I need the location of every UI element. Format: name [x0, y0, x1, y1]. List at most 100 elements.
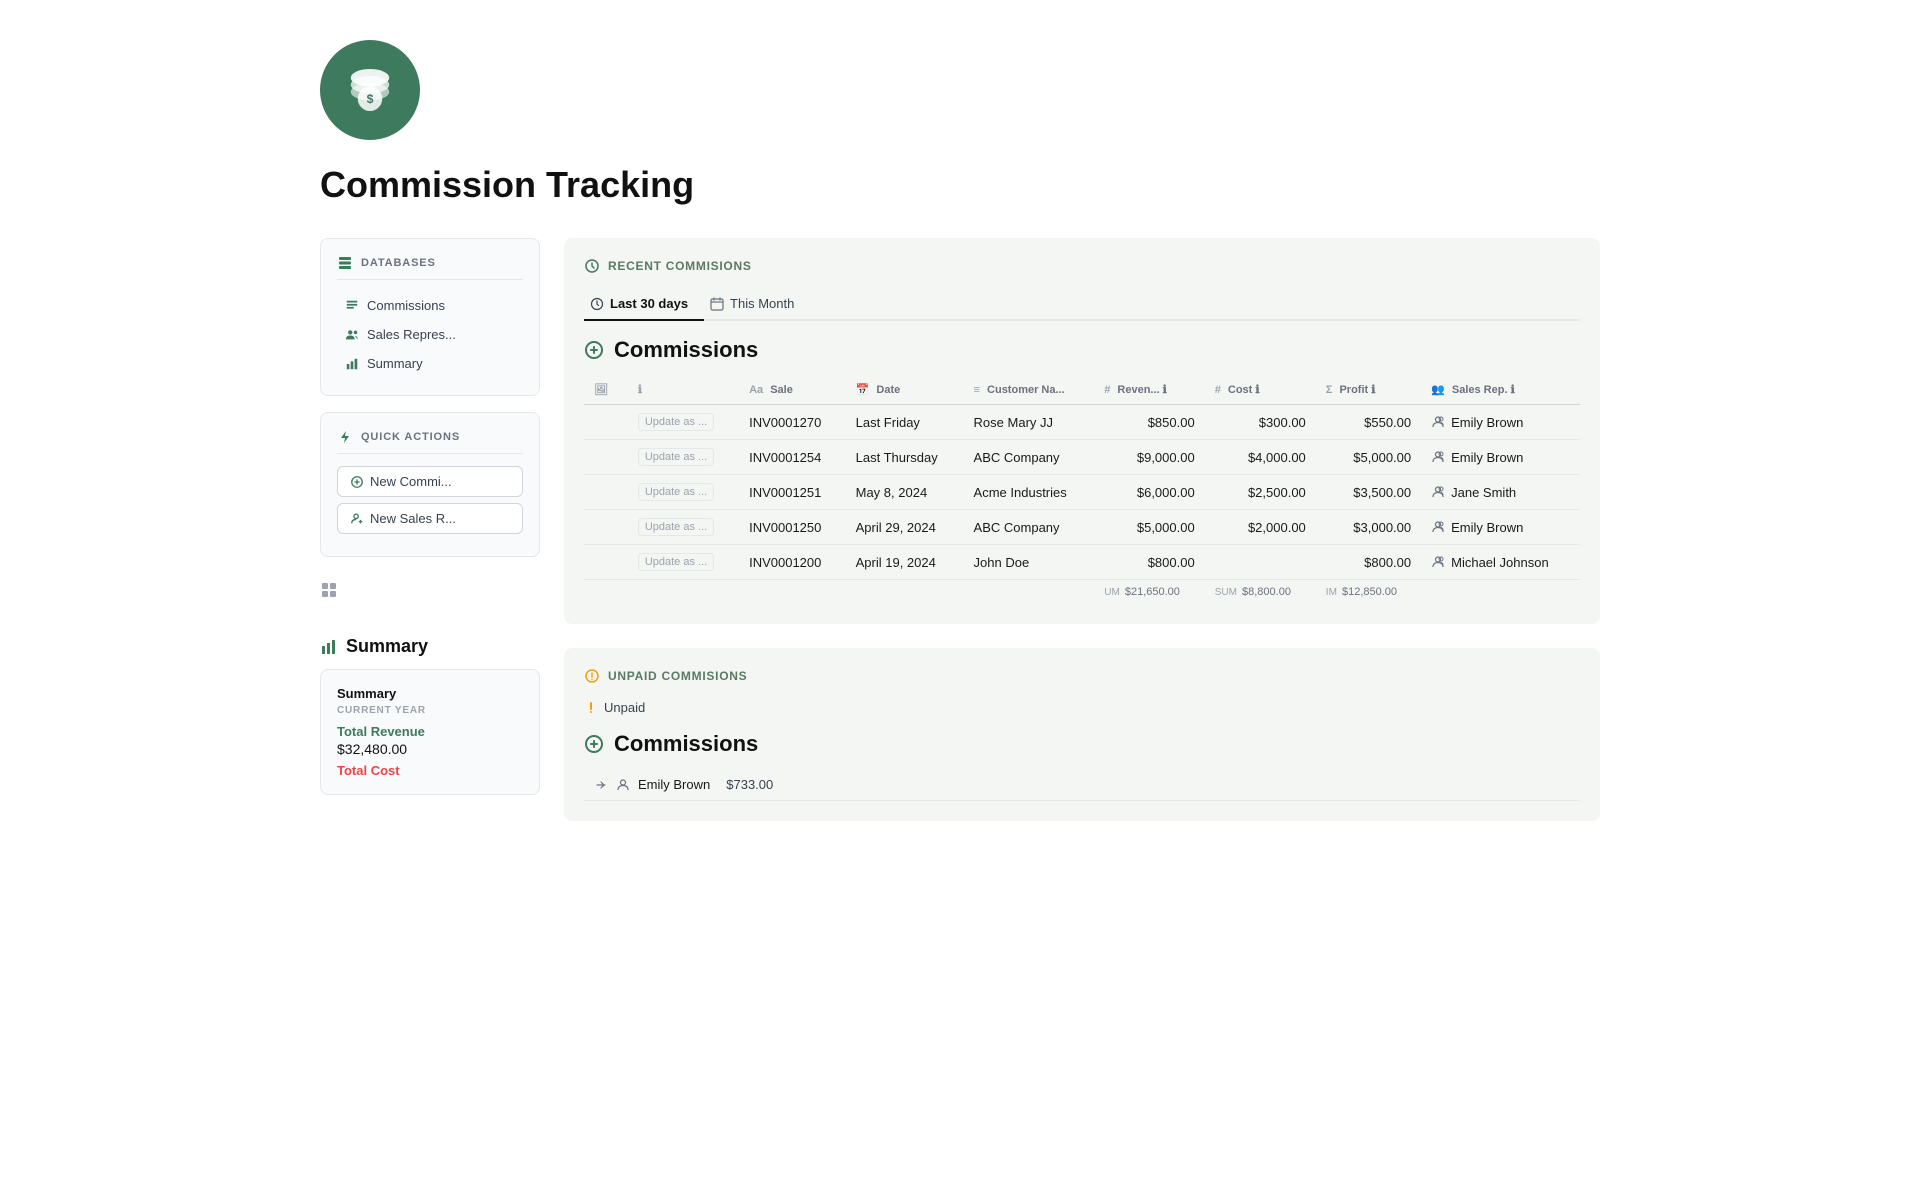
col-info: ℹ: [628, 375, 739, 405]
cost-cell: $4,000.00: [1205, 440, 1316, 475]
rep-avatar-icon: [1431, 485, 1445, 499]
content-area: RECENT COMMISIONS Last 30 days This Mont…: [564, 238, 1600, 821]
unpaid-title-icon: [584, 734, 604, 754]
new-commission-button[interactable]: New Commi...: [337, 466, 523, 497]
table-row: Update as ... INV0001250 April 29, 2024 …: [584, 510, 1580, 545]
plus-circle-icon: [350, 475, 364, 489]
summary-section-icon: [320, 638, 338, 656]
app-logo: $: [320, 40, 420, 140]
update-as-button[interactable]: Update as ...: [638, 448, 714, 466]
customer-cell: ABC Company: [964, 510, 1095, 545]
summary-card: Summary CURRENT YEAR Total Revenue $32,4…: [320, 669, 540, 795]
summary-icon: [345, 357, 359, 371]
revenue-cell: $6,000.00: [1094, 475, 1204, 510]
table-row: Update as ... INV0001254 Last Thursday A…: [584, 440, 1580, 475]
tab-this-month[interactable]: This Month: [704, 290, 810, 321]
table-header-row: 🖼 ℹ Aa Sale 📅 Date ≡ Customer Na... # Re…: [584, 375, 1580, 405]
sale-cell: INV0001200: [739, 545, 846, 580]
recent-commissions-block: RECENT COMMISIONS Last 30 days This Mont…: [564, 238, 1600, 624]
cost-cell: $2,500.00: [1205, 475, 1316, 510]
plus-people-icon: [350, 512, 364, 526]
update-as-button[interactable]: Update as ...: [638, 553, 714, 571]
date-cell: April 19, 2024: [846, 545, 964, 580]
update-as-button[interactable]: Update as ...: [638, 483, 714, 501]
date-cell: Last Thursday: [846, 440, 964, 475]
rep-icon: [616, 778, 630, 792]
sidebar-item-summary[interactable]: Summary: [337, 350, 523, 377]
page-container: $ Commission Tracking DATABASES Commissi…: [260, 0, 1660, 861]
rep-avatar-icon: [1431, 450, 1445, 464]
sidebar: DATABASES Commissions Sales Repres... Su…: [320, 238, 540, 795]
profit-cell: $3,500.00: [1316, 475, 1421, 510]
sales-rep-icon: [345, 328, 359, 342]
new-sales-rep-button[interactable]: New Sales R...: [337, 503, 523, 534]
cost-cell: $300.00: [1205, 405, 1316, 440]
table-row: Update as ... INV0001200 April 19, 2024 …: [584, 545, 1580, 580]
sale-cell: INV0001254: [739, 440, 846, 475]
recent-icon: [584, 258, 600, 274]
customer-cell: John Doe: [964, 545, 1095, 580]
col-image: 🖼: [584, 375, 628, 405]
app-title: Commission Tracking: [320, 164, 1600, 206]
update-as-button[interactable]: Update as ...: [638, 413, 714, 431]
unpaid-tab[interactable]: Unpaid: [584, 700, 1580, 715]
rep-avatar-icon: [1431, 415, 1445, 429]
profit-cell: $550.00: [1316, 405, 1421, 440]
databases-section: DATABASES Commissions Sales Repres... Su…: [320, 238, 540, 396]
update-as-button[interactable]: Update as ...: [638, 518, 714, 536]
grid-icon: [320, 581, 340, 601]
rep-avatar-icon: [1431, 520, 1445, 534]
unpaid-commissions-header: UNPAID COMMISIONS: [584, 668, 1580, 684]
sidebar-item-commissions[interactable]: Commissions: [337, 292, 523, 319]
databases-icon: [337, 255, 353, 271]
tab-last-30-days[interactable]: Last 30 days: [584, 290, 704, 321]
customer-cell: Rose Mary JJ: [964, 405, 1095, 440]
commissions-table: 🖼 ℹ Aa Sale 📅 Date ≡ Customer Na... # Re…: [584, 375, 1580, 604]
sale-cell: INV0001270: [739, 405, 846, 440]
rep-avatar-icon: [1431, 555, 1445, 569]
revenue-cell: $9,000.00: [1094, 440, 1204, 475]
revenue-cell: $800.00: [1094, 545, 1204, 580]
cost-cell: $2,000.00: [1205, 510, 1316, 545]
sales-rep-cell: Emily Brown: [1421, 405, 1580, 440]
main-layout: DATABASES Commissions Sales Repres... Su…: [320, 238, 1600, 821]
col-date: 📅 Date: [846, 375, 964, 405]
unpaid-commissions-block: UNPAID COMMISIONS Unpaid Commissions Emi…: [564, 648, 1600, 821]
col-cost: # Cost ℹ: [1205, 375, 1316, 405]
revenue-cell: $850.00: [1094, 405, 1204, 440]
sales-rep-cell: Michael Johnson: [1421, 545, 1580, 580]
date-cell: May 8, 2024: [846, 475, 964, 510]
col-customer: ≡ Customer Na...: [964, 375, 1095, 405]
databases-header: DATABASES: [337, 255, 523, 280]
quick-actions-header: QUICK ACTIONS: [337, 429, 523, 454]
unpaid-row: Emily Brown $733.00: [584, 769, 1580, 801]
sales-rep-cell: Jane Smith: [1421, 475, 1580, 510]
table-row: Update as ... INV0001270 Last Friday Ros…: [584, 405, 1580, 440]
lightning-icon: [337, 429, 353, 445]
cost-cell: [1205, 545, 1316, 580]
sum-row: UM $21,650.00 SUM $8,800.00 IM $12,850.0…: [584, 580, 1580, 605]
sidebar-item-sales-reps[interactable]: Sales Repres...: [337, 321, 523, 348]
summary-title: Summary: [320, 636, 540, 657]
commissions-table-title: Commissions: [584, 337, 1580, 363]
col-revenue: # Reven... ℹ: [1094, 375, 1204, 405]
tabs-row: Last 30 days This Month: [584, 290, 1580, 321]
date-cell: April 29, 2024: [846, 510, 964, 545]
revenue-cell: $5,000.00: [1094, 510, 1204, 545]
col-sales-rep: 👥 Sales Rep. ℹ: [1421, 375, 1580, 405]
sale-cell: INV0001251: [739, 475, 846, 510]
expand-icon: [594, 778, 608, 792]
col-profit: Σ Profit ℹ: [1316, 375, 1421, 405]
profit-cell: $800.00: [1316, 545, 1421, 580]
warning-icon: [584, 668, 600, 684]
logo-icon: $: [342, 62, 398, 118]
sale-cell: INV0001250: [739, 510, 846, 545]
grid-icon-container: [320, 581, 540, 604]
customer-cell: ABC Company: [964, 440, 1095, 475]
date-cell: Last Friday: [846, 405, 964, 440]
exclamation-icon: [584, 701, 598, 715]
calendar-tab-icon: [710, 297, 724, 311]
sales-rep-cell: Emily Brown: [1421, 440, 1580, 475]
clock-icon: [590, 297, 604, 311]
quick-actions-section: QUICK ACTIONS New Commi... New Sales R..…: [320, 412, 540, 557]
